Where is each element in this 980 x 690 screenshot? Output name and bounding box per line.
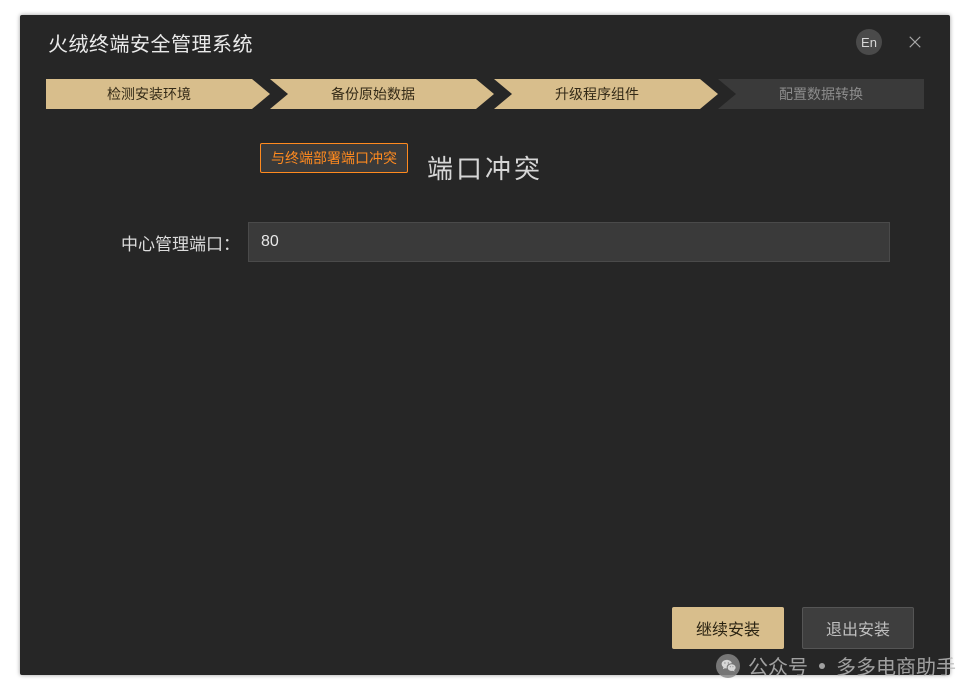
step-check-env: 检测安装环境 xyxy=(46,79,252,109)
footer-buttons: 继续安装 退出安装 xyxy=(672,607,914,649)
step-label: 检测安装环境 xyxy=(107,84,191,104)
port-row: 中心管理端口： xyxy=(80,222,890,262)
port-input-wrap xyxy=(248,222,890,262)
exit-button[interactable]: 退出安装 xyxy=(802,607,914,649)
language-button[interactable]: En xyxy=(856,29,882,55)
panel-title: 端口冲突 xyxy=(80,149,890,186)
step-upgrade: 升级程序组件 xyxy=(494,79,700,109)
step-label: 升级程序组件 xyxy=(555,84,639,104)
port-conflict-tooltip: 与终端部署端口冲突 xyxy=(260,143,408,173)
main-panel: 端口冲突 与终端部署端口冲突 中心管理端口： xyxy=(20,109,950,262)
window-title: 火绒终端安全管理系统 xyxy=(48,28,856,57)
port-input[interactable] xyxy=(248,222,890,262)
port-label: 中心管理端口： xyxy=(80,230,240,255)
installer-window: 火绒终端安全管理系统 En 检测安装环境 备份原始数据 升级程序组件 配置数据转… xyxy=(20,15,950,675)
step-config: 配置数据转换 xyxy=(718,79,924,109)
step-backup: 备份原始数据 xyxy=(270,79,476,109)
step-label: 备份原始数据 xyxy=(331,84,415,104)
titlebar: 火绒终端安全管理系统 En xyxy=(20,15,950,69)
close-button[interactable] xyxy=(902,29,928,55)
continue-button[interactable]: 继续安装 xyxy=(672,607,784,649)
progress-steps: 检测安装环境 备份原始数据 升级程序组件 配置数据转换 xyxy=(46,79,924,109)
step-label: 配置数据转换 xyxy=(779,84,863,104)
close-icon xyxy=(906,33,924,51)
